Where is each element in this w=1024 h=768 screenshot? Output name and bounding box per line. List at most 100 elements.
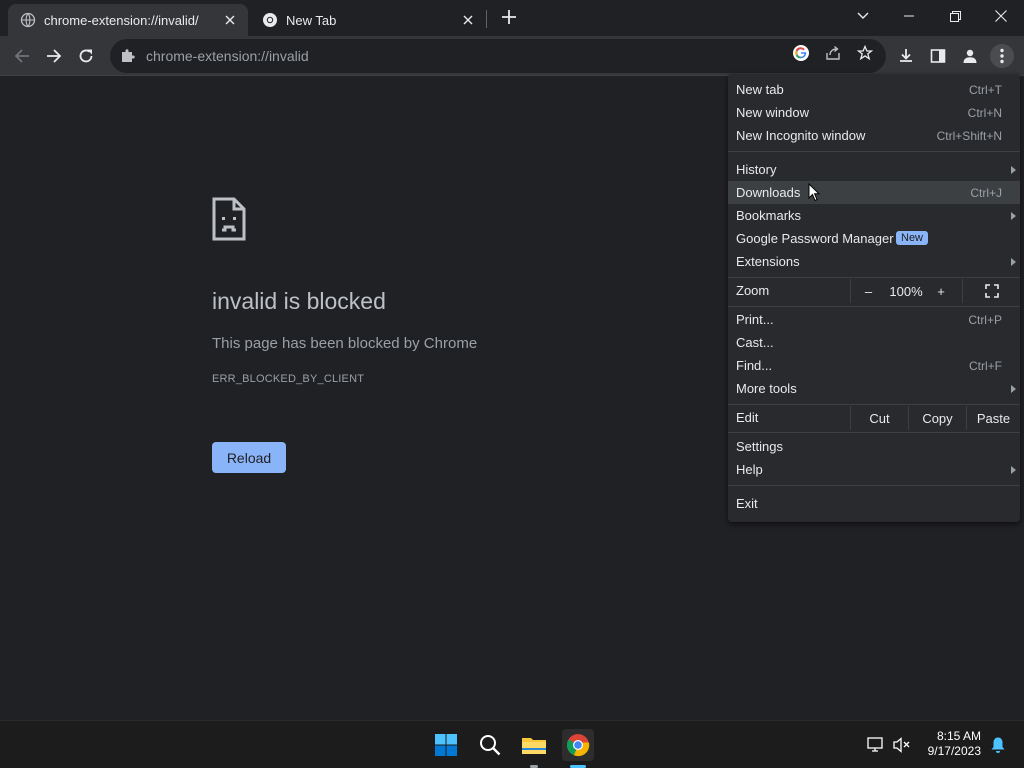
kebab-menu-icon[interactable] <box>990 44 1014 68</box>
search-icon[interactable] <box>474 729 506 761</box>
forward-button[interactable] <box>40 42 68 70</box>
error-description: This page has been blocked by Chrome <box>212 335 478 352</box>
menu-separator <box>728 485 1020 486</box>
menu-label: Help <box>736 462 763 477</box>
reload-icon <box>79 49 93 63</box>
menu-item-find[interactable]: Find... Ctrl+F <box>728 354 1020 377</box>
menu-item-bookmarks[interactable]: Bookmarks <box>728 204 1020 227</box>
new-tab-button[interactable] <box>498 6 520 28</box>
reload-page-button[interactable]: Reload <box>212 442 286 473</box>
tab-title: chrome-extension://invalid/ <box>44 12 199 28</box>
minimize-button[interactable] <box>886 0 932 32</box>
bell-icon[interactable] <box>984 729 1012 761</box>
menu-item-new-incognito[interactable]: New Incognito window Ctrl+Shift+N <box>728 124 1020 147</box>
menu-shortcut: Ctrl+T <box>969 82 1002 97</box>
copy-button[interactable]: Copy <box>908 406 966 430</box>
globe-icon <box>20 12 36 28</box>
menu-item-history[interactable]: History <box>728 158 1020 181</box>
back-icon <box>14 49 29 63</box>
sad-page-icon <box>212 197 246 246</box>
error-code: ERR_BLOCKED_BY_CLIENT <box>212 373 365 385</box>
menu-item-help[interactable]: Help <box>728 458 1020 481</box>
tab-new-tab[interactable]: New Tab <box>250 4 486 36</box>
menu-label: Find... <box>736 358 773 373</box>
menu-label: Downloads <box>736 185 801 200</box>
menu-item-downloads[interactable]: Downloads Ctrl+J <box>728 181 1020 204</box>
reload-button[interactable] <box>72 42 100 70</box>
profile-icon[interactable] <box>958 44 982 68</box>
menu-label: Exit <box>736 496 758 511</box>
menu-item-exit[interactable]: Exit <box>728 492 1020 515</box>
menu-zoom-row: Zoom – 100% + <box>728 279 1020 303</box>
zoom-out-button[interactable]: – <box>850 279 886 303</box>
back-button[interactable] <box>8 42 36 70</box>
menu-item-new-window[interactable]: New window Ctrl+N <box>728 101 1020 124</box>
chrome-taskbar-icon[interactable] <box>562 729 594 768</box>
menu-shortcut: Ctrl+F <box>969 358 1002 373</box>
menu-separator <box>728 404 1020 405</box>
file-explorer-icon[interactable] <box>518 729 550 768</box>
tab-title: New Tab <box>286 12 337 28</box>
close-icon[interactable] <box>458 10 478 30</box>
menu-item-settings[interactable]: Settings <box>728 435 1020 458</box>
menu-label: Bookmarks <box>736 208 802 223</box>
menu-edit-row: Edit Cut Copy Paste <box>728 406 1020 430</box>
menu-item-print[interactable]: Print... Ctrl+P <box>728 308 1020 331</box>
submenu-arrow-icon <box>1011 384 1016 393</box>
download-icon[interactable] <box>894 44 918 68</box>
menu-label: Extensions <box>736 254 800 269</box>
chevron-down-icon <box>857 12 869 19</box>
new-badge: New <box>896 231 929 245</box>
menu-item-more-tools[interactable]: More tools <box>728 377 1020 400</box>
fullscreen-button[interactable] <box>962 279 1020 303</box>
menu-item-extensions[interactable]: Extensions <box>728 250 1020 273</box>
menu-label: History <box>736 162 777 177</box>
submenu-arrow-icon <box>1011 257 1016 266</box>
menu-item-password-manager[interactable]: Google Password Manager New <box>728 227 1020 250</box>
menu-shortcut: Ctrl+P <box>968 312 1002 327</box>
system-clock[interactable]: 8:15 AM 9/17/2023 <box>928 729 981 759</box>
zoom-label: Zoom <box>736 283 770 298</box>
menu-label: New Incognito window <box>736 128 866 143</box>
menu-label: Settings <box>736 439 783 454</box>
menu-label: Print... <box>736 312 774 327</box>
mouse-cursor-icon <box>808 182 821 207</box>
submenu-arrow-icon <box>1011 211 1016 220</box>
tab-invalid[interactable]: chrome-extension://invalid/ <box>8 4 248 36</box>
menu-separator <box>728 306 1020 307</box>
star-icon[interactable] <box>856 44 874 62</box>
submenu-arrow-icon <box>1011 165 1016 174</box>
menu-separator <box>728 277 1020 278</box>
close-icon[interactable] <box>220 10 240 30</box>
tab-search-button[interactable] <box>840 0 886 32</box>
network-icon[interactable] <box>862 729 890 761</box>
puzzle-icon <box>120 48 136 64</box>
toolbar: chrome-extension://invalid <box>0 36 1024 76</box>
menu-label: New window <box>736 105 809 120</box>
sidepanel-icon[interactable] <box>926 44 950 68</box>
windows-start-icon[interactable] <box>430 729 462 761</box>
share-icon[interactable] <box>824 44 842 62</box>
chrome-icon <box>262 12 278 28</box>
cut-button[interactable]: Cut <box>850 406 908 430</box>
menu-label: More tools <box>736 381 797 396</box>
restore-button[interactable] <box>932 0 978 32</box>
zoom-in-button[interactable]: + <box>926 279 956 303</box>
volume-muted-icon[interactable] <box>888 729 916 761</box>
taskbar: 8:15 AM 9/17/2023 <box>0 720 1024 768</box>
menu-item-new-tab[interactable]: New tab Ctrl+T <box>728 78 1020 101</box>
error-title: invalid is blocked <box>212 288 386 314</box>
forward-icon <box>47 49 62 63</box>
url-text: chrome-extension://invalid <box>146 48 309 64</box>
menu-shortcut: Ctrl+N <box>967 105 1002 120</box>
google-icon[interactable] <box>792 44 810 62</box>
menu-shortcut: Ctrl+Shift+N <box>936 128 1002 143</box>
window-close-button[interactable] <box>978 0 1024 32</box>
address-bar[interactable]: chrome-extension://invalid <box>110 39 886 73</box>
paste-button[interactable]: Paste <box>966 406 1020 430</box>
clock-date: 9/17/2023 <box>927 744 981 758</box>
submenu-arrow-icon <box>1011 465 1016 474</box>
menu-item-cast[interactable]: Cast... <box>728 331 1020 354</box>
menu-separator <box>728 432 1020 433</box>
zoom-level: 100% <box>889 283 923 299</box>
